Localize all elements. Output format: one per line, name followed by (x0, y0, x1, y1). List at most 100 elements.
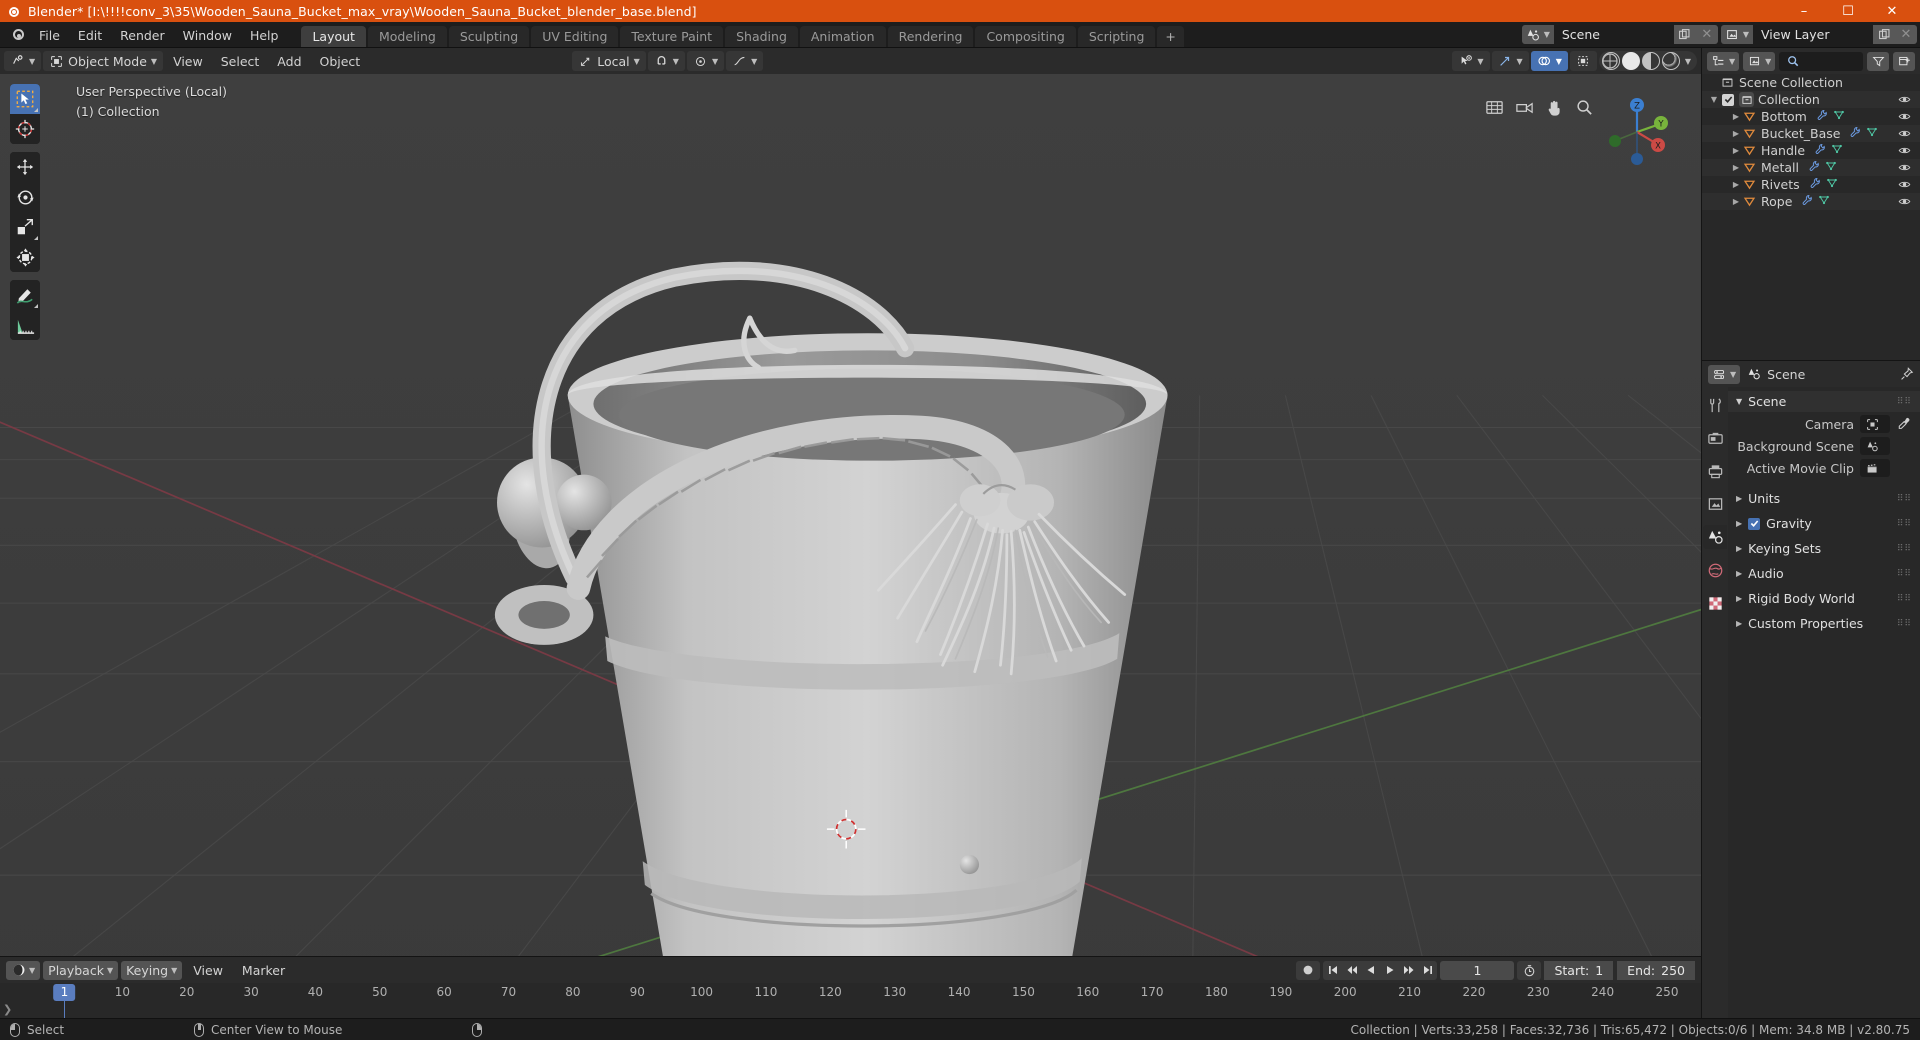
outliner-row-object[interactable]: ▶ Rope (1702, 193, 1920, 210)
jump-to-end-button[interactable] (1418, 961, 1437, 980)
modifier-wrench-icon[interactable] (1801, 194, 1813, 209)
visibility-eye-icon[interactable] (1898, 110, 1911, 126)
tool-select-box[interactable] (10, 84, 40, 114)
tool-cursor[interactable] (10, 114, 40, 144)
frame-end-field[interactable]: End: 250 (1617, 960, 1695, 980)
viewport-menu-view[interactable]: View (165, 51, 211, 71)
eyedropper-icon[interactable] (1896, 417, 1912, 431)
proportional-falloff-button[interactable]: ▼ (726, 51, 764, 71)
timeline-expand-arrow-icon[interactable]: ❯ (3, 1003, 12, 1016)
timeline-editor-type-button[interactable]: ▼ (6, 960, 41, 980)
workspace-tab-shading[interactable]: Shading (725, 26, 798, 47)
timeline-ruler[interactable]: ❯ 10 20 30 40 50 60 70 80 90 100 110 120 130 140 150 16… (0, 983, 1701, 1018)
outliner-row-object[interactable]: ▶ Handle (1702, 142, 1920, 159)
viewport-menu-select[interactable]: Select (213, 51, 268, 71)
mesh-data-icon[interactable] (1826, 177, 1838, 192)
timeline-marker-menu[interactable]: Marker (234, 961, 293, 980)
tool-measure[interactable] (10, 310, 40, 340)
camera-field[interactable] (1860, 415, 1890, 433)
disclosure-triangle-icon[interactable]: ▼ (1708, 95, 1720, 104)
scene-selector[interactable]: ▼ Scene ✕ (1521, 25, 1718, 44)
background-scene-field[interactable] (1860, 437, 1890, 455)
workspace-tab-texture-paint[interactable]: Texture Paint (620, 26, 724, 47)
shading-wireframe-button[interactable] (1601, 52, 1620, 70)
disclosure-triangle-icon[interactable]: ▶ (1736, 519, 1742, 528)
scene-browse-dropdown[interactable]: ▼ (1521, 25, 1554, 44)
new-view-layer-button[interactable] (1873, 25, 1895, 44)
properties-tab-output[interactable] (1703, 459, 1727, 483)
shading-solid-button[interactable] (1621, 52, 1640, 70)
3d-viewport[interactable]: User Perspective (Local) (1) Collection (0, 74, 1701, 956)
properties-editor-type-button[interactable]: ▼ (1708, 364, 1741, 384)
close-button[interactable]: ✕ (1870, 0, 1914, 22)
active-movie-clip-field[interactable] (1860, 459, 1890, 477)
disclosure-triangle-icon[interactable]: ▼ (1736, 397, 1742, 406)
tool-annotate[interactable] (10, 280, 40, 310)
chevron-down-icon[interactable]: ▼ (1685, 57, 1691, 66)
proportional-edit-button[interactable]: ▼ (686, 51, 725, 71)
disclosure-triangle-icon[interactable]: ▶ (1730, 163, 1742, 172)
disclosure-triangle-icon[interactable]: ▶ (1736, 619, 1742, 628)
disclosure-triangle-icon[interactable]: ▶ (1730, 197, 1742, 206)
menu-render[interactable]: Render (111, 22, 174, 48)
use-preview-range-button[interactable] (1517, 960, 1542, 980)
visibility-eye-icon[interactable] (1898, 195, 1911, 211)
modifier-wrench-icon[interactable] (1809, 177, 1821, 192)
remove-view-layer-button[interactable]: ✕ (1895, 25, 1917, 44)
properties-tab-texture[interactable] (1703, 591, 1727, 615)
transform-orientation-dropdown[interactable]: Local ▼ (572, 51, 646, 71)
visibility-eye-icon[interactable] (1898, 127, 1911, 143)
frame-start-field[interactable]: Start: 1 (1544, 960, 1614, 980)
workspace-tab-rendering[interactable]: Rendering (887, 26, 974, 47)
modifier-wrench-icon[interactable] (1808, 160, 1820, 175)
menu-help[interactable]: Help (241, 22, 288, 48)
mesh-data-icon[interactable] (1833, 109, 1845, 124)
zoom-magnifier-icon[interactable] (1573, 96, 1595, 118)
properties-section-header[interactable]: ▶ Rigid Body World ⠿⠿ (1728, 586, 1920, 611)
outliner-tree[interactable]: Scene Collection ▼ Collection ▶ Bottom ▶… (1702, 74, 1920, 360)
menu-edit[interactable]: Edit (69, 22, 111, 48)
minimize-button[interactable]: – (1782, 0, 1826, 22)
disclosure-triangle-icon[interactable]: ▶ (1730, 112, 1742, 121)
properties-section-header[interactable]: ▶ Custom Properties ⠿⠿ (1728, 611, 1920, 636)
timeline-playhead[interactable]: 1 (53, 984, 76, 1001)
properties-tab-tool[interactable] (1703, 393, 1727, 417)
visibility-eye-icon[interactable] (1898, 144, 1911, 160)
next-keyframe-button[interactable] (1399, 961, 1418, 980)
play-button[interactable] (1380, 961, 1399, 980)
visibility-eye-icon[interactable] (1898, 93, 1911, 109)
properties-section-header[interactable]: ▶ Gravity ⠿⠿ (1728, 511, 1920, 536)
disclosure-triangle-icon[interactable]: ▶ (1736, 569, 1742, 578)
snap-toggle-button[interactable]: ▼ (647, 51, 685, 71)
workspace-tab-compositing[interactable]: Compositing (975, 26, 1076, 47)
pin-icon[interactable] (1899, 367, 1914, 382)
view-axis-gizmo[interactable]: Z Y X (1601, 96, 1673, 168)
scene-panel-header[interactable]: ▼ Scene ⠿⠿ (1728, 391, 1920, 412)
mesh-data-icon[interactable] (1866, 126, 1878, 141)
mesh-data-icon[interactable] (1825, 160, 1837, 175)
auto-keying-button[interactable] (1296, 960, 1321, 980)
shading-rendered-button[interactable] (1661, 52, 1680, 70)
properties-tab-view-layer[interactable] (1703, 492, 1727, 516)
viewport-menu-add[interactable]: Add (269, 51, 309, 71)
pan-hand-icon[interactable] (1543, 96, 1565, 118)
workspace-tab-layout[interactable]: Layout (301, 26, 366, 47)
camera-view-icon[interactable] (1513, 96, 1535, 118)
outliner-row-collection[interactable]: ▼ Collection (1702, 91, 1920, 108)
disclosure-triangle-icon[interactable]: ▶ (1730, 146, 1742, 155)
outliner-row-object[interactable]: ▶ Metall (1702, 159, 1920, 176)
xray-toggle-button[interactable] (1569, 51, 1597, 71)
disclosure-triangle-icon[interactable]: ▶ (1736, 594, 1742, 603)
outliner-row-object[interactable]: ▶ Bucket_Base (1702, 125, 1920, 142)
timeline-keying-menu[interactable]: Keying ▼ (121, 960, 183, 980)
outliner-row-object[interactable]: ▶ Rivets (1702, 176, 1920, 193)
disclosure-triangle-icon[interactable]: ▶ (1730, 129, 1742, 138)
visibility-dropdown[interactable]: ▼ (1452, 51, 1490, 71)
blender-logo-icon[interactable] (6, 22, 30, 47)
outliner-filter-button[interactable] (1867, 51, 1889, 71)
menu-window[interactable]: Window (174, 22, 241, 48)
tool-rotate[interactable] (10, 182, 40, 212)
timeline-playback-menu[interactable]: Playback ▼ (43, 960, 119, 980)
viewport-menu-object[interactable]: Object (312, 51, 369, 71)
new-collection-button[interactable] (1893, 51, 1915, 71)
